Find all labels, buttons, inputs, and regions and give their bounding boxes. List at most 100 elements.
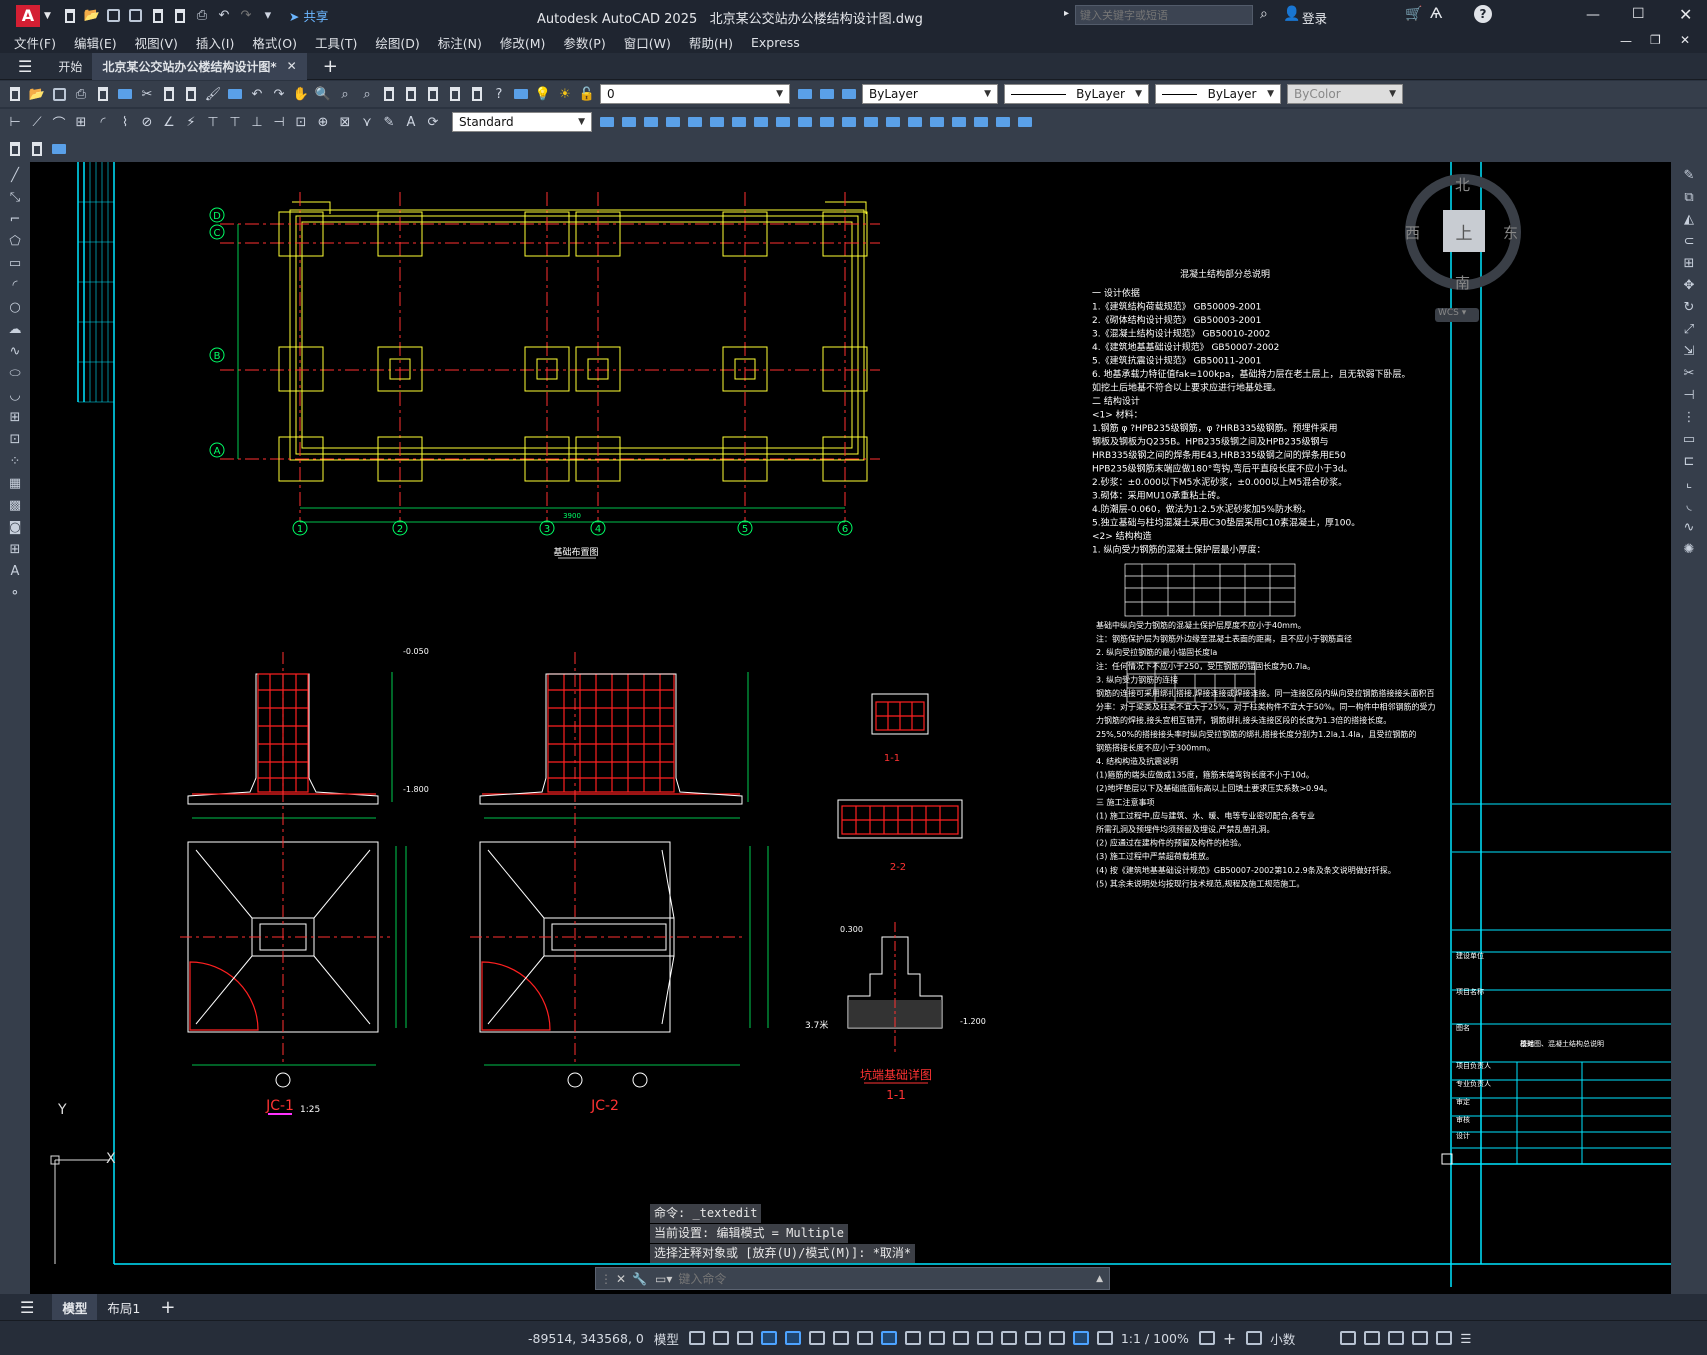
share-button[interactable]: ➤ 共享 (289, 6, 328, 25)
tab-start[interactable]: 开始 (48, 53, 92, 80)
zoom-window-icon[interactable]: ⌕ (336, 85, 354, 103)
layer-state-icon[interactable] (840, 85, 858, 103)
paste-icon[interactable] (182, 85, 200, 103)
tab-close-icon[interactable]: ✕ (287, 59, 297, 73)
menu-view[interactable]: 视图(V) (135, 33, 178, 52)
table-icon[interactable]: ⊞ (4, 540, 26, 558)
command-input[interactable] (678, 1271, 1097, 1286)
walk-icon[interactable] (972, 113, 990, 131)
circle-icon[interactable]: ○ (4, 298, 26, 316)
app-menu-chevron-icon[interactable]: ▼ (44, 11, 51, 21)
auto-scale-icon[interactable] (1096, 1331, 1113, 1345)
slice-icon[interactable] (774, 113, 792, 131)
quick-dim-icon[interactable]: ⚡ (182, 113, 200, 131)
menu-express[interactable]: Express (751, 35, 800, 50)
menu-tools[interactable]: 工具(T) (315, 33, 357, 52)
workspace-switch-icon[interactable] (1198, 1331, 1215, 1345)
save-icon[interactable] (50, 85, 68, 103)
object-snap-tracking-icon[interactable] (856, 1331, 873, 1345)
move-icon[interactable]: ✥ (1678, 276, 1700, 294)
ellipse-icon[interactable]: ⬭ (4, 364, 26, 382)
zoom-realtime-icon[interactable]: 🔍 (314, 85, 332, 103)
autocad-logo-icon[interactable]: A (16, 4, 40, 27)
layer-freeze-icon[interactable]: ☀ (556, 85, 574, 103)
baseline-dim-icon[interactable]: ⊤ (204, 113, 222, 131)
dim-break-icon[interactable]: ⊣ (270, 113, 288, 131)
command-close-icon[interactable]: ✕ (616, 1272, 626, 1286)
add-icon[interactable]: + (1223, 1329, 1236, 1348)
hamburger-menu-icon[interactable]: ☰ (18, 57, 32, 76)
radius-dim-icon[interactable]: ◜ (94, 113, 112, 131)
hatch-icon[interactable]: ▦ (4, 474, 26, 492)
interfere-icon[interactable] (818, 113, 836, 131)
menu-draw[interactable]: 绘图(D) (375, 33, 419, 52)
viewcube-north[interactable]: 北 (1455, 174, 1470, 195)
layout-menu-icon[interactable]: ☰ (20, 1298, 34, 1317)
subtract-icon[interactable] (686, 113, 704, 131)
scale-icon[interactable]: ⤢ (1678, 320, 1700, 338)
inspect-icon[interactable]: ⊠ (336, 113, 354, 131)
lineweight-toggle-icon[interactable] (904, 1331, 921, 1345)
arc-length-icon[interactable]: ⌒ (50, 113, 68, 132)
autodesk-a360-icon[interactable]: Ѧ (1430, 6, 1442, 22)
break-icon[interactable]: ▭ (1678, 430, 1700, 448)
dim-edit-icon[interactable]: ✎ (380, 113, 398, 131)
sheet-set-icon[interactable] (446, 85, 464, 103)
layer-walk-icon[interactable] (50, 140, 68, 158)
lock-ui-icon[interactable] (1364, 1331, 1381, 1345)
properties-icon[interactable] (380, 85, 398, 103)
copy-object-icon[interactable]: ⧉ (1678, 188, 1700, 206)
menu-edit[interactable]: 编辑(E) (74, 33, 117, 52)
command-history-chevron-icon[interactable]: ▲ (1096, 1274, 1103, 1284)
model-space-toggle[interactable]: 模型 (654, 1329, 679, 1348)
open-icon[interactable]: 📂 (28, 85, 46, 103)
undo-icon[interactable]: ↶ (215, 7, 233, 25)
units-dropdown[interactable]: 小数 (1270, 1329, 1330, 1348)
doc-close-button[interactable]: ✕ (1680, 33, 1690, 47)
viewcube-south[interactable]: 南 (1455, 272, 1470, 293)
layer-dropdown[interactable]: 0 ▼ (600, 84, 790, 104)
menu-modify[interactable]: 修改(M) (500, 33, 546, 52)
continue-dim-icon[interactable]: ⊤ (226, 113, 244, 131)
pan-icon[interactable]: ✋ (292, 85, 310, 103)
selection-cycling-icon[interactable] (952, 1331, 969, 1345)
ordinate-dim-icon[interactable]: ⊞ (72, 113, 90, 131)
dim-text-edit-icon[interactable]: A (402, 113, 420, 131)
union-icon[interactable] (664, 113, 682, 131)
extend-icon[interactable]: ⊣ (1678, 386, 1700, 404)
isolate-objects-icon[interactable] (1388, 1331, 1405, 1345)
redo-icon[interactable]: ↷ (237, 7, 255, 25)
erase-icon[interactable]: ✎ (1678, 166, 1700, 184)
revision-cloud-icon[interactable]: ☁ (4, 320, 26, 338)
customize-status-icon[interactable]: ☰ (1460, 1331, 1471, 1346)
cut-icon[interactable]: ✂ (138, 85, 156, 103)
save-as-icon[interactable] (127, 7, 145, 25)
linear-dim-icon[interactable]: ⊢ (6, 113, 24, 131)
annotation-visibility-icon[interactable] (1072, 1331, 1089, 1345)
render-icon[interactable] (884, 113, 902, 131)
viewcube-east[interactable]: 东 (1503, 222, 1518, 243)
lineweight-dropdown[interactable]: ByLayer ▼ (1155, 84, 1281, 104)
customize-qat-icon[interactable]: ▾ (259, 7, 277, 25)
user-icon[interactable]: 👤 (1283, 6, 1300, 22)
layer-previous-icon[interactable] (818, 85, 836, 103)
extrude-icon[interactable] (730, 113, 748, 131)
point-icon[interactable]: ⁘ (4, 452, 26, 470)
command-grip-icon[interactable]: ⋮ (600, 1272, 612, 1286)
dynamic-ucs-icon[interactable] (1000, 1331, 1017, 1345)
object-snap-icon[interactable] (880, 1331, 897, 1345)
break-at-point-icon[interactable]: ⋮ (1678, 408, 1700, 426)
dim-update-icon[interactable]: ⟳ (424, 113, 442, 131)
tab-active-drawing[interactable]: 北京某公交站办公楼结构设计图* ✕ (92, 52, 307, 80)
section-icon[interactable] (796, 113, 814, 131)
viewcube[interactable]: 北 南 西 东 上 (1405, 174, 1521, 293)
transparency-toggle-icon[interactable] (928, 1331, 945, 1345)
menu-file[interactable]: 文件(F) (14, 33, 56, 52)
jogged-dim-icon[interactable]: ⌇ (116, 113, 134, 131)
visual-style-icon[interactable] (862, 113, 880, 131)
intersect-icon[interactable] (708, 113, 726, 131)
help-icon[interactable]: ? (490, 85, 508, 103)
orbit-icon[interactable] (1016, 113, 1034, 131)
dimstyle-dropdown[interactable]: Standard ▼ (452, 112, 592, 132)
make-current-layer-icon[interactable] (796, 85, 814, 103)
